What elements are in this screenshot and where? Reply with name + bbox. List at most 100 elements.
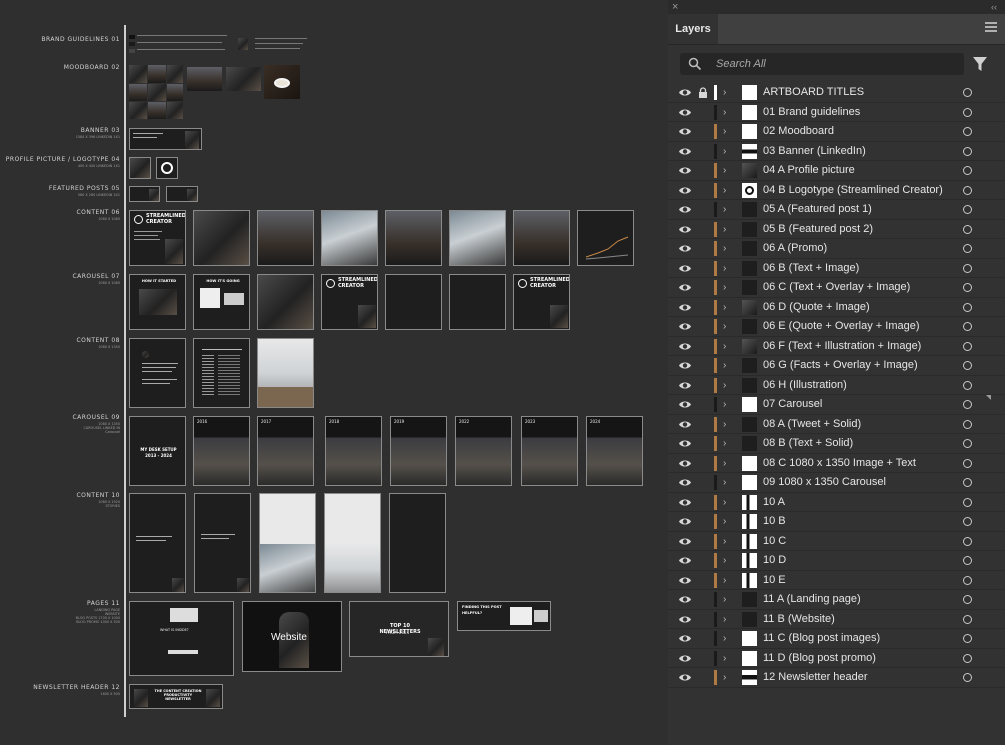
- artboard-11a-landing-page[interactable]: WHAT IS INSIDE?: [129, 601, 234, 676]
- layer-row[interactable]: › 01 Brand guidelines: [668, 103, 1005, 122]
- layer-row[interactable]: › 08 C 1080 x 1350 Image + Text: [668, 454, 1005, 474]
- layer-row[interactable]: › 06 D (Quote + Image): [668, 298, 1005, 317]
- eye-icon[interactable]: [678, 263, 692, 274]
- artboard-brand-guidelines[interactable]: [129, 33, 309, 58]
- eye-icon[interactable]: [678, 146, 692, 157]
- chevron-right-icon[interactable]: ›: [723, 590, 726, 609]
- layer-name[interactable]: 06 B (Text + Image): [763, 259, 859, 279]
- layer-name[interactable]: 06 H (Illustration): [763, 376, 847, 396]
- eye-icon[interactable]: [678, 672, 692, 683]
- chevron-right-icon[interactable]: ›: [723, 629, 726, 648]
- layer-row[interactable]: › 12 Newsletter header: [668, 668, 1005, 688]
- eye-icon[interactable]: [678, 419, 692, 430]
- eye-icon[interactable]: [678, 360, 692, 371]
- tab-layers[interactable]: Layers: [668, 14, 718, 44]
- chevron-right-icon[interactable]: ›: [723, 571, 726, 590]
- layer-name[interactable]: 06 E (Quote + Overlay + Image): [763, 317, 920, 337]
- chevron-right-icon[interactable]: ›: [723, 493, 726, 512]
- layer-name[interactable]: 10 D: [763, 551, 786, 571]
- panel-close-icon[interactable]: ×: [672, 0, 678, 14]
- artboard-07-slide-4[interactable]: STREAMLINED CREATOR: [321, 274, 378, 330]
- layer-row[interactable]: › ARTBOARD TITLES: [668, 83, 1005, 103]
- layer-row[interactable]: › 11 A (Landing page): [668, 590, 1005, 610]
- eye-icon[interactable]: [678, 107, 692, 118]
- panel-collapse-icon[interactable]: ‹‹: [991, 0, 997, 14]
- eye-icon[interactable]: [678, 497, 692, 508]
- target-circle-icon[interactable]: [963, 634, 972, 643]
- layer-name[interactable]: 11 D (Blog post promo): [763, 649, 876, 669]
- target-circle-icon[interactable]: [963, 302, 972, 312]
- layer-row[interactable]: › 06 E (Quote + Overlay + Image): [668, 317, 1005, 337]
- layer-row[interactable]: › 06 C (Text + Overlay + Image): [668, 278, 1005, 298]
- chevron-right-icon[interactable]: ›: [723, 298, 726, 317]
- chevron-right-icon[interactable]: ›: [723, 83, 726, 102]
- search-box[interactable]: [680, 53, 964, 75]
- chevron-right-icon[interactable]: ›: [723, 551, 726, 570]
- layer-row[interactable]: › 07 Carousel: [668, 395, 1005, 415]
- artboard-09-slide-2017[interactable]: 2017: [257, 416, 314, 486]
- eye-icon[interactable]: [678, 204, 692, 215]
- eye-icon[interactable]: [678, 575, 692, 586]
- target-circle-icon[interactable]: [963, 107, 972, 117]
- artboard-09-slide-1[interactable]: MY DESK SETUP 2013 - 2024: [129, 416, 186, 486]
- target-circle-icon[interactable]: [963, 244, 972, 253]
- target-circle-icon[interactable]: [963, 400, 972, 409]
- chevron-right-icon[interactable]: ›: [723, 161, 726, 180]
- artboard-07-slide-2[interactable]: HOW IT'S GOING: [193, 274, 250, 330]
- chevron-right-icon[interactable]: ›: [723, 610, 726, 629]
- artboard-07-slide-6[interactable]: [449, 274, 506, 330]
- target-circle-icon[interactable]: [963, 361, 972, 370]
- layer-row[interactable]: › 06 F (Text + Illustration + Image): [668, 337, 1005, 356]
- artboard-11c-blog-post-image[interactable]: TOP 10 NEWSLETTERS FROM 2024: [349, 601, 449, 657]
- artboard-11b-website[interactable]: Website: [242, 601, 342, 672]
- eye-icon[interactable]: [678, 477, 692, 488]
- eye-icon[interactable]: [678, 555, 692, 566]
- artboard-banner[interactable]: [129, 128, 202, 150]
- layer-row[interactable]: › 04 A Profile picture: [668, 161, 1005, 181]
- chevron-right-icon[interactable]: ›: [723, 103, 726, 122]
- eye-icon[interactable]: [678, 126, 692, 137]
- target-circle-icon[interactable]: [963, 673, 972, 682]
- target-circle-icon[interactable]: [963, 283, 972, 292]
- layer-row[interactable]: › 08 B (Text + Solid): [668, 434, 1005, 454]
- eye-icon[interactable]: [678, 243, 692, 254]
- artboard-06d-quote-image[interactable]: [321, 210, 378, 266]
- eye-icon[interactable]: [678, 165, 692, 176]
- artboard-10b[interactable]: [194, 493, 251, 593]
- target-circle-icon[interactable]: [963, 536, 972, 546]
- layer-name[interactable]: 05 B (Featured post 2): [763, 220, 873, 240]
- layer-row[interactable]: › 10 B: [668, 512, 1005, 532]
- artboard-06b-text-image[interactable]: [193, 210, 250, 266]
- artboard-07-slide-3[interactable]: [257, 274, 314, 330]
- layer-row[interactable]: › 08 A (Tweet + Solid): [668, 415, 1005, 435]
- chevron-right-icon[interactable]: ›: [723, 649, 726, 668]
- chevron-right-icon[interactable]: ›: [723, 337, 726, 356]
- chevron-right-icon[interactable]: ›: [723, 122, 726, 141]
- layer-name[interactable]: 02 Moodboard: [763, 122, 834, 142]
- target-circle-icon[interactable]: [963, 185, 972, 195]
- layer-name[interactable]: 08 C 1080 x 1350 Image + Text: [763, 454, 916, 474]
- eye-icon[interactable]: [678, 633, 692, 644]
- layer-name[interactable]: 05 A (Featured post 1): [763, 200, 872, 220]
- chevron-right-icon[interactable]: ›: [723, 376, 726, 395]
- artboard-09-slide-2023[interactable]: 2023: [521, 416, 578, 486]
- layer-name[interactable]: 08 A (Tweet + Solid): [763, 415, 861, 435]
- layer-row[interactable]: › 10 C: [668, 532, 1005, 551]
- chevron-right-icon[interactable]: ›: [723, 317, 726, 336]
- target-circle-icon[interactable]: [963, 497, 972, 507]
- artboard-09-slide-2018[interactable]: 2018: [325, 416, 382, 486]
- layer-row[interactable]: › 05 A (Featured post 1): [668, 200, 1005, 220]
- layer-row[interactable]: › 02 Moodboard: [668, 122, 1005, 142]
- layer-row[interactable]: › 09 1080 x 1350 Carousel: [668, 473, 1005, 493]
- eye-icon[interactable]: [678, 536, 692, 547]
- target-circle-icon[interactable]: [963, 127, 972, 136]
- target-circle-icon[interactable]: [963, 322, 972, 331]
- eye-icon[interactable]: [678, 458, 692, 469]
- chevron-right-icon[interactable]: ›: [723, 415, 726, 434]
- artboard-10e[interactable]: [389, 493, 446, 593]
- target-circle-icon[interactable]: [963, 556, 972, 565]
- target-circle-icon[interactable]: [963, 614, 972, 624]
- chevron-right-icon[interactable]: ›: [723, 434, 726, 453]
- artboard-moodboard[interactable]: [129, 65, 301, 120]
- artboard-07-slide-7[interactable]: STREAMLINED CREATOR: [513, 274, 570, 330]
